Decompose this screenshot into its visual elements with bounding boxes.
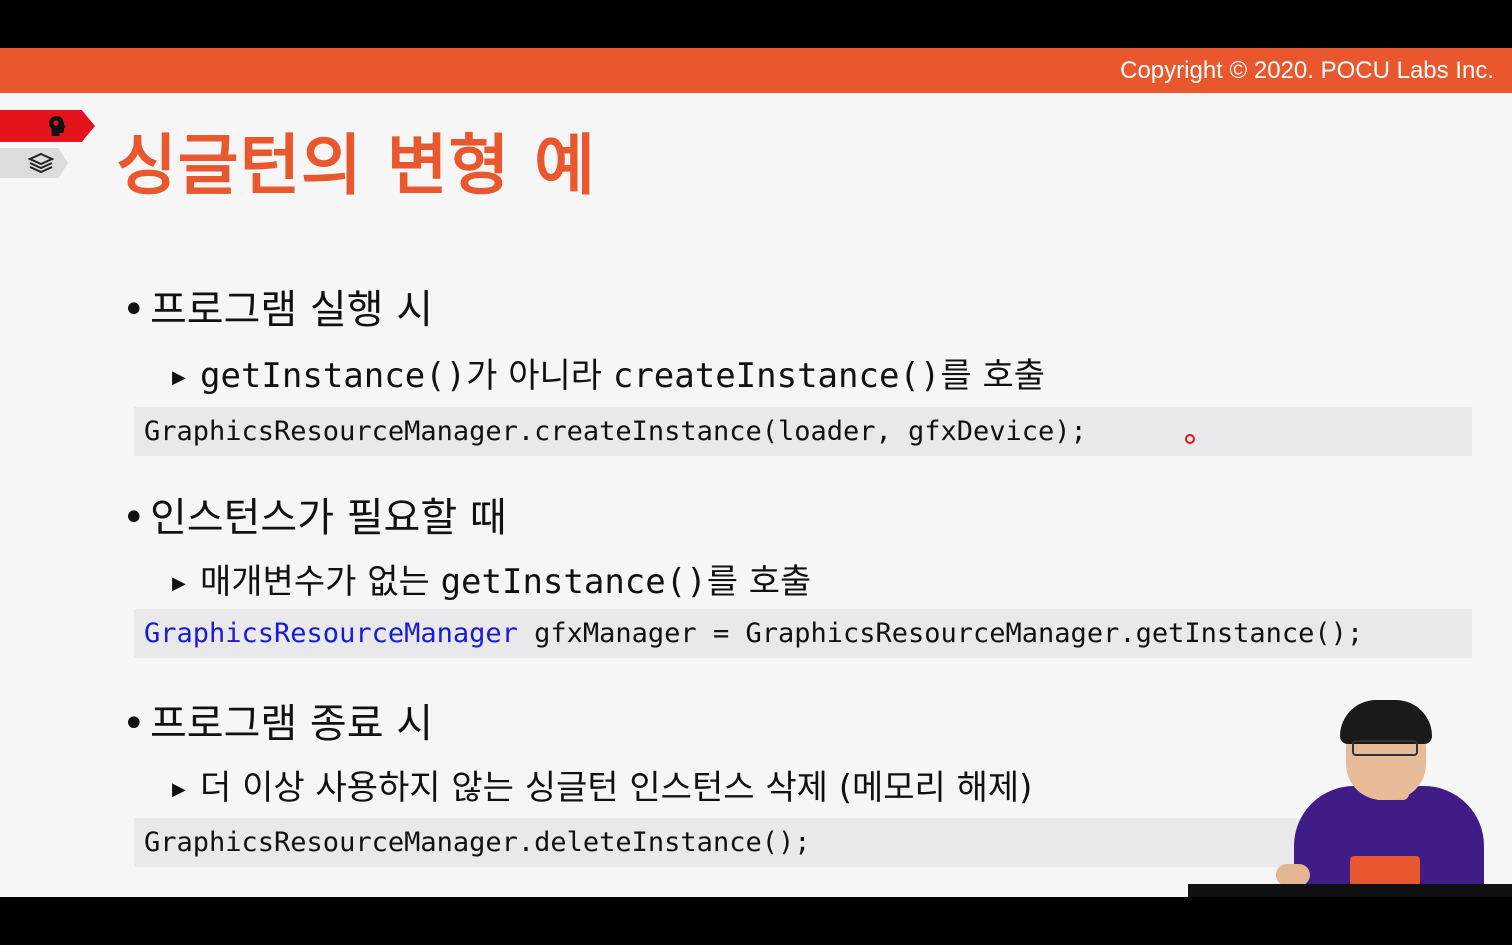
- code-block-create-instance: GraphicsResourceManager.createInstance(l…: [134, 407, 1472, 456]
- bullet-dot: •: [122, 701, 146, 747]
- inline-code: createInstance(): [612, 356, 941, 396]
- presenter-hair: [1340, 700, 1432, 744]
- presentation-slide: Copyright © 2020. POCU Labs Inc. 싱글턴의 변형…: [0, 48, 1512, 897]
- bullet-dot: •: [122, 287, 146, 333]
- code-line: gfxManager = GraphicsResourceManager.get…: [517, 618, 1364, 649]
- sub-bullet-create-instance: ▶ getInstance()가 아니라 createInstance()를 호출: [172, 354, 1045, 400]
- bullet-text: 프로그램 종료 시: [150, 701, 434, 747]
- inline-code: getInstance(): [200, 356, 467, 396]
- brain-head-icon: [49, 116, 66, 136]
- layers-stack-icon: [28, 152, 54, 174]
- sub-text: 를 호출: [706, 562, 812, 602]
- bullet-program-end: • 프로그램 종료 시: [122, 700, 433, 748]
- sub-text: 가 아니라: [466, 356, 613, 396]
- letterbox-bottom: [0, 897, 1512, 945]
- sub-bullet-delete-instance: ▶ 더 이상 사용하지 않는 싱글턴 인스턴스 삭제 (메모리 해제): [172, 766, 1032, 812]
- sub-text: 를 호출: [940, 356, 1046, 396]
- shirt-logo: [1350, 856, 1420, 886]
- presenter-hand: [1276, 864, 1310, 886]
- laser-pointer: [1185, 434, 1195, 444]
- presenter-video-overlay: [1188, 688, 1512, 897]
- presenter-desk: [1188, 884, 1512, 897]
- copyright-text: Copyright © 2020. POCU Labs Inc.: [1120, 57, 1494, 84]
- bullet-dot: •: [122, 495, 146, 541]
- code-line: GraphicsResourceManager.deleteInstance()…: [144, 827, 811, 858]
- inline-code: getInstance(): [440, 562, 707, 602]
- triangle-right-icon: ▶: [172, 778, 186, 800]
- bullet-program-start: • 프로그램 실행 시: [122, 286, 433, 334]
- side-tab-brain[interactable]: [0, 110, 95, 142]
- triangle-right-icon: ▶: [172, 366, 186, 388]
- bullet-text: 인스턴스가 필요할 때: [150, 495, 507, 541]
- sub-text: 더 이상 사용하지 않는 싱글턴 인스턴스 삭제 (메모리 해제): [200, 768, 1033, 808]
- header-bar: Copyright © 2020. POCU Labs Inc.: [0, 48, 1512, 93]
- presenter-glasses: [1352, 740, 1418, 756]
- side-tab-layers[interactable]: [0, 148, 68, 178]
- bullet-instance-needed: • 인스턴스가 필요할 때: [122, 494, 507, 542]
- letterbox-top: [0, 0, 1512, 48]
- slide-title: 싱글턴의 변형 예: [116, 127, 596, 204]
- bullet-text: 프로그램 실행 시: [150, 287, 434, 333]
- code-type-name: GraphicsResourceManager: [144, 618, 518, 649]
- code-line: GraphicsResourceManager.createInstance(l…: [144, 416, 1087, 447]
- code-block-get-instance: GraphicsResourceManager gfxManager = Gra…: [134, 609, 1472, 658]
- triangle-right-icon: ▶: [172, 572, 186, 594]
- sub-bullet-get-instance: ▶ 매개변수가 없는 getInstance()를 호출: [172, 560, 811, 606]
- sub-text: 매개변수가 없는: [200, 562, 441, 602]
